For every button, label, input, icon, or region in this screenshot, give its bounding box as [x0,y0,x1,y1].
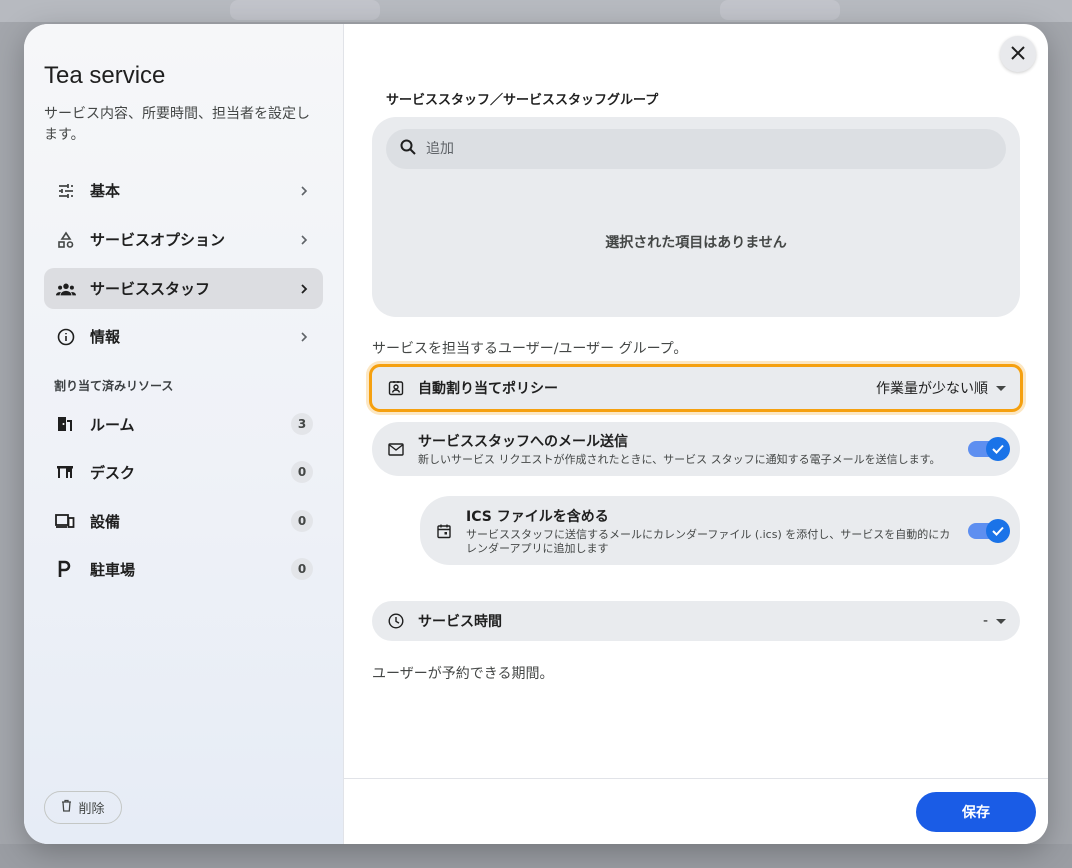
ics-description: サービススタッフに送信するメールにカレンダーファイル (.ics) を添付し、サ… [466,527,951,555]
resource-label: デスク [90,463,136,482]
email-staff-setting: サービススタッフへのメール送信 新しいサービス リクエストが作成されたときに、サ… [372,422,1020,476]
devices-icon [54,510,76,532]
dialog-title: Tea service [44,62,166,89]
service-time-value: - [982,613,988,629]
policy-value: 作業量が少ない順 [876,381,988,397]
background-tab [230,0,380,20]
desk-icon [54,461,76,483]
sidebar-item-service-staff[interactable]: サービススタッフ [44,268,323,309]
group-icon [56,279,76,299]
search-input[interactable] [426,141,986,157]
email-label: サービススタッフへのメール送信 [418,434,628,450]
save-button[interactable]: 保存 [916,792,1036,832]
staff-search-field[interactable] [386,129,1006,169]
clock-icon [386,611,406,631]
main-panel: サービススタッフ／サービススタッフグループ 選択された項目はありません サービス… [344,24,1048,844]
service-settings-dialog: Tea service サービス内容、所要時間、担当者を設定します。 基本 サー… [24,24,1048,844]
sidebar-item-service-options[interactable]: サービスオプション [44,219,323,260]
delete-button[interactable]: 削除 [44,791,122,824]
sidebar-item-label: 基本 [90,182,121,200]
ics-toggle[interactable] [968,518,1010,543]
assignment-icon [386,378,406,398]
ics-label: ICS ファイルを含める [466,508,609,525]
door-icon [54,413,76,435]
background-tab [720,0,840,20]
close-button[interactable] [1000,36,1036,72]
resource-label: 設備 [90,512,121,531]
search-icon [400,139,416,159]
sidebar-item-basic[interactable]: 基本 [44,170,323,211]
chevron-right-icon [299,331,311,343]
resource-label: 駐車場 [90,560,136,579]
background-bar [0,0,1072,22]
calendar-icon [434,521,454,541]
sidebar-item-label: サービスオプション [90,231,226,249]
empty-message: 選択された項目はありません [605,235,787,251]
service-time-caption: ユーザーが予約できる期間。 [372,666,554,682]
caret-down-icon [996,385,1006,391]
trash-icon [61,799,72,816]
dialog-description: サービス内容、所要時間、担当者を設定します。 [44,106,310,143]
staff-caption: サービスを担当するユーザー/ユーザー グループ。 [372,341,688,357]
count-badge: 0 [291,510,313,532]
service-time-label: サービス時間 [418,614,502,630]
info-icon [56,327,76,347]
tune-icon [56,181,76,201]
count-badge: 3 [291,413,313,435]
resource-item-equipment[interactable]: 設備 0 [44,501,323,541]
shapes-icon [56,230,76,250]
chevron-right-icon [299,283,311,295]
dialog-footer: 保存 [344,778,1048,844]
staff-heading: サービススタッフ／サービススタッフグループ [386,93,659,108]
delete-label: 削除 [78,802,105,817]
chevron-right-icon [299,234,311,246]
email-description: 新しいサービス リクエストが作成されたときに、サービス スタッフに通知する電子メ… [418,453,941,466]
resource-item-parking[interactable]: 駐車場 0 [44,549,323,589]
sidebar: Tea service サービス内容、所要時間、担当者を設定します。 基本 サー… [24,24,344,844]
staff-picker: 選択された項目はありません [372,117,1020,317]
check-icon [986,437,1010,461]
close-icon [1011,45,1025,64]
mail-icon [386,439,406,459]
auto-assign-policy-dropdown[interactable]: 自動割り当てポリシー 作業量が少ない順 [369,364,1023,412]
sidebar-item-info[interactable]: 情報 [44,316,323,357]
email-toggle[interactable] [968,437,1010,461]
sidebar-item-label: サービススタッフ [90,280,211,298]
count-badge: 0 [291,461,313,483]
parking-icon [54,558,76,580]
resource-item-desk[interactable]: デスク 0 [44,452,323,492]
chevron-right-icon [299,185,311,197]
resource-label: ルーム [90,415,135,434]
check-icon [986,518,1010,543]
ics-setting: ICS ファイルを含める サービススタッフに送信するメールにカレンダーファイル … [420,496,1020,565]
policy-label: 自動割り当てポリシー [418,381,558,397]
count-badge: 0 [291,558,313,580]
resource-item-room[interactable]: ルーム 3 [44,404,323,444]
caret-down-icon [996,618,1006,624]
sidebar-item-label: 情報 [90,328,121,346]
service-time-dropdown[interactable]: サービス時間 - [372,601,1020,641]
assigned-resources-label: 割り当て済みリソース [54,379,174,393]
background-footer [0,844,1072,868]
